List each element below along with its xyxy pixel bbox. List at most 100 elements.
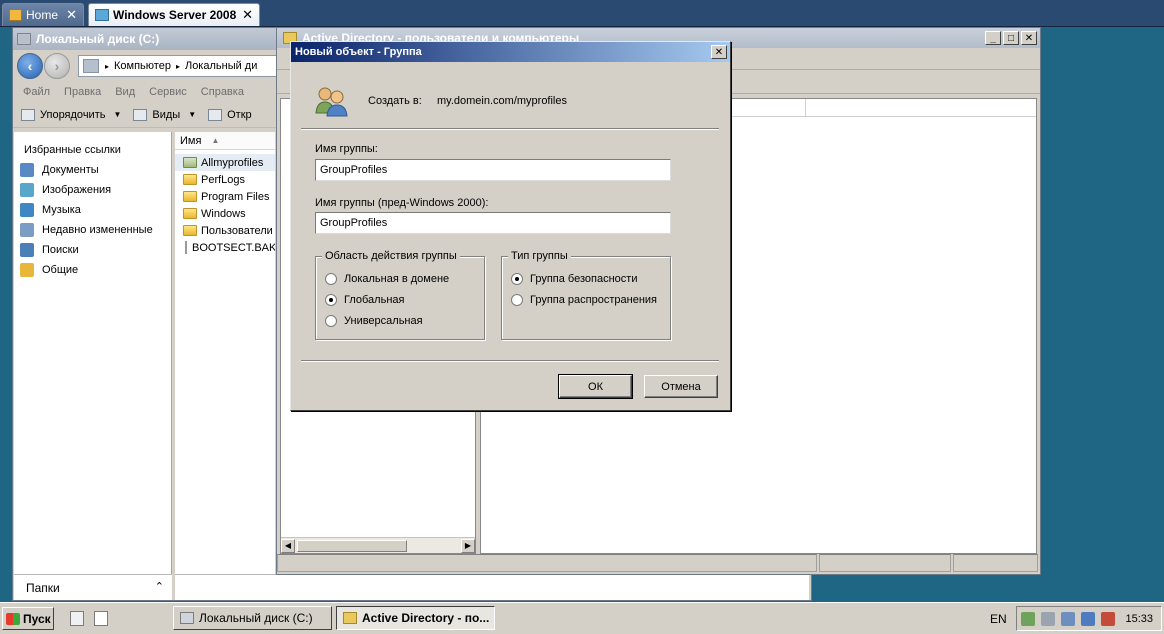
- folder-icon: [20, 263, 34, 277]
- type-security-radio[interactable]: Группа безопасности: [511, 273, 637, 285]
- windows-logo-icon: [6, 612, 20, 625]
- separator: [301, 128, 719, 130]
- server-manager-icon[interactable]: [70, 611, 84, 626]
- type-distribution-radio[interactable]: Группа распространения: [511, 294, 657, 306]
- nav-item-recent[interactable]: Недавно измененные: [14, 220, 171, 240]
- scroll-thumb[interactable]: [297, 539, 407, 552]
- scope-domain-local-radio[interactable]: Локальная в домене: [325, 273, 449, 285]
- views-icon: [133, 108, 148, 121]
- breadcrumb-drive[interactable]: Локальный ди: [185, 60, 257, 72]
- close-icon[interactable]: ✕: [242, 7, 253, 23]
- radio-label: Группа безопасности: [530, 273, 638, 285]
- shared-folder-icon: [183, 157, 197, 168]
- chevron-right-icon: ▸: [105, 61, 110, 71]
- nav-item-label: Музыка: [42, 204, 81, 216]
- list-item[interactable]: Windows: [175, 205, 275, 222]
- host-tab-windows-server[interactable]: Windows Server 2008 ✕: [88, 3, 260, 26]
- column-header-name[interactable]: Имя ▲: [175, 132, 275, 150]
- cancel-button[interactable]: Отмена: [644, 375, 718, 398]
- scroll-right-button[interactable]: ▶: [461, 538, 475, 553]
- file-name: Пользователи: [201, 224, 273, 237]
- scroll-left-button[interactable]: ◀: [281, 538, 295, 553]
- ad-status-bar: [277, 554, 1040, 574]
- chevron-right-icon: ▸: [175, 61, 180, 71]
- views-button[interactable]: Виды ▼: [133, 108, 197, 121]
- host-tab-windows-server-label: Windows Server 2008: [113, 8, 237, 22]
- chevron-up-icon: ⌃: [154, 581, 164, 593]
- organize-button[interactable]: Упорядочить ▼: [21, 108, 121, 121]
- task-active-directory[interactable]: Active Directory - по...: [336, 606, 495, 630]
- connection-icon[interactable]: [1081, 611, 1095, 626]
- start-button[interactable]: Пуск: [2, 607, 54, 630]
- folders-label: Папки: [26, 580, 60, 595]
- security-shield-icon[interactable]: [1021, 611, 1035, 626]
- language-indicator[interactable]: EN: [990, 612, 1007, 626]
- minimize-button[interactable]: _: [985, 31, 1001, 45]
- notepad-icon[interactable]: [94, 611, 108, 626]
- explorer-details-pane: [175, 574, 809, 600]
- close-button[interactable]: ✕: [1021, 31, 1037, 45]
- list-item[interactable]: BOOTSECT.BAK: [175, 239, 275, 256]
- clock[interactable]: 15:33: [1125, 613, 1153, 625]
- host-tab-home-label: Home: [26, 8, 59, 22]
- menu-file[interactable]: Файл: [23, 86, 50, 98]
- forward-button[interactable]: ›: [44, 53, 70, 79]
- list-item[interactable]: PerfLogs: [175, 171, 275, 188]
- music-icon: [20, 203, 34, 217]
- radio-label: Универсальная: [344, 315, 423, 327]
- chevron-down-icon: ▼: [188, 110, 197, 119]
- menu-edit[interactable]: Правка: [64, 86, 101, 98]
- radio-icon: [325, 315, 337, 327]
- ok-button[interactable]: ОК: [558, 374, 633, 399]
- breadcrumb-computer[interactable]: Компьютер: [114, 60, 171, 72]
- new-group-dialog: Новый объект - Группа ✕ Создать в: my.do…: [290, 41, 731, 411]
- monitor-icon[interactable]: [1061, 611, 1075, 626]
- list-item[interactable]: Пользователи: [175, 222, 275, 239]
- nav-item-searches[interactable]: Поиски: [14, 240, 171, 260]
- maximize-button[interactable]: □: [1003, 31, 1019, 45]
- open-button[interactable]: Откр: [208, 108, 252, 121]
- menu-help[interactable]: Справка: [201, 86, 244, 98]
- horizontal-scrollbar[interactable]: ◀ ▶: [281, 537, 475, 553]
- host-tab-home[interactable]: Home ✕: [2, 3, 84, 26]
- close-icon[interactable]: ✕: [66, 7, 77, 23]
- list-item[interactable]: Program Files: [175, 188, 275, 205]
- group-name-pre2000-input[interactable]: [315, 212, 671, 234]
- group-type-legend: Тип группы: [508, 250, 571, 262]
- scope-global-radio[interactable]: Глобальная: [325, 294, 404, 306]
- pictures-icon: [20, 183, 34, 197]
- nav-item-documents[interactable]: Документы: [14, 160, 171, 180]
- dialog-close-button[interactable]: ✕: [711, 45, 727, 59]
- scope-universal-radio[interactable]: Универсальная: [325, 315, 423, 327]
- host-tab-bar: Home ✕ Windows Server 2008 ✕: [0, 0, 1164, 27]
- file-name: Windows: [201, 207, 246, 220]
- volume-muted-icon[interactable]: [1101, 611, 1115, 626]
- nav-item-music[interactable]: Музыка: [14, 200, 171, 220]
- nav-item-label: Недавно измененные: [42, 224, 153, 236]
- radio-label: Глобальная: [344, 294, 405, 306]
- nav-item-label: Изображения: [42, 184, 112, 196]
- home-icon: [9, 9, 22, 21]
- menu-view[interactable]: Вид: [115, 86, 135, 98]
- dialog-title-bar[interactable]: Новый объект - Группа ✕: [291, 42, 730, 62]
- radio-icon: [511, 294, 523, 306]
- file-name: BOOTSECT.BAK: [192, 241, 275, 254]
- nav-item-pictures[interactable]: Изображения: [14, 180, 171, 200]
- radio-icon: [325, 273, 337, 285]
- nav-item-public[interactable]: Общие: [14, 260, 171, 280]
- group-name-input[interactable]: [315, 159, 671, 181]
- status-cell: [277, 554, 817, 572]
- task-explorer[interactable]: Локальный диск (C:): [173, 606, 332, 630]
- group-name-label: Имя группы:: [315, 143, 378, 155]
- column-header-label: Имя: [180, 134, 202, 147]
- nav-item-label: Документы: [42, 164, 99, 176]
- folders-pane-toggle[interactable]: Папки ⌃: [14, 574, 172, 600]
- back-button[interactable]: ‹: [17, 53, 43, 79]
- status-cell: [819, 554, 951, 572]
- list-item[interactable]: Allmyprofiles: [175, 154, 275, 171]
- menu-tools[interactable]: Сервис: [149, 86, 187, 98]
- remote-desktop-icon: [95, 9, 109, 21]
- network-icon[interactable]: [1041, 611, 1055, 626]
- group-icon: [315, 87, 348, 117]
- documents-icon: [20, 163, 34, 177]
